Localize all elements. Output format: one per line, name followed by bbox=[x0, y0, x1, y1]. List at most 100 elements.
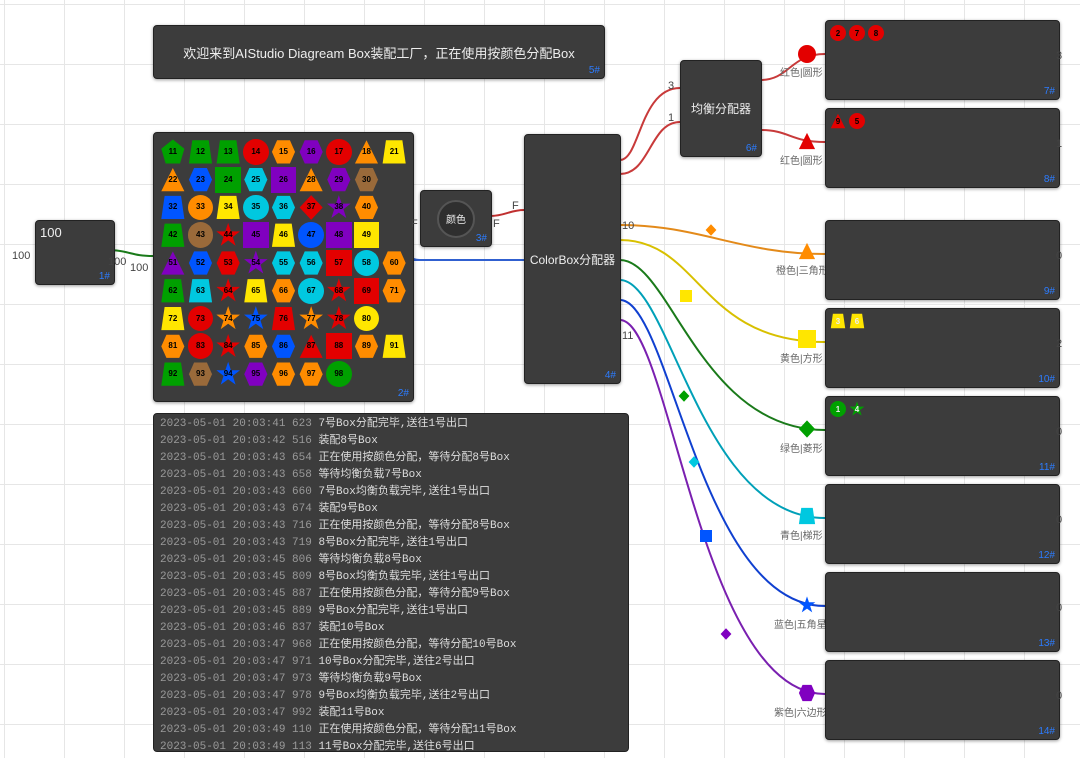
palette-shape-95: 95 bbox=[243, 361, 269, 387]
palette-shape-92: 92 bbox=[160, 361, 186, 387]
log-line: 2023-05-01 20:03:46 837 装配10号Box bbox=[160, 620, 622, 637]
palette-shape-65: 65 bbox=[243, 278, 269, 304]
bin-10[interactable]: 36 10# bbox=[825, 308, 1060, 388]
log-line: 2023-05-01 20:03:47 968 正在使用按颜色分配，等待分配10… bbox=[160, 637, 622, 654]
palette-shape-35: 35 bbox=[243, 195, 269, 221]
source-id: 1# bbox=[99, 271, 110, 282]
bin-14[interactable]: 14# bbox=[825, 660, 1060, 740]
palette-shape-67: 67 bbox=[298, 278, 324, 304]
balancer-label: 均衡分配器 bbox=[691, 100, 751, 117]
source-100-node[interactable]: 100 1# bbox=[35, 220, 115, 285]
palette-shape-58: 58 bbox=[354, 250, 380, 276]
conn14-label: 紫色|六边形 bbox=[774, 704, 827, 719]
bin11-id: 11# bbox=[1039, 462, 1055, 473]
palette-shape-24: 24 bbox=[215, 167, 241, 193]
port-label-right: 100 bbox=[108, 256, 126, 268]
palette-shape-32: 32 bbox=[160, 195, 186, 221]
log-line: 2023-05-01 20:03:49 113 11号Box分配完毕,送往6号出… bbox=[160, 739, 622, 752]
bin-item-7: 7 bbox=[849, 25, 865, 41]
bin13-count: 0 bbox=[1056, 602, 1062, 614]
log-panel[interactable]: 2023-05-01 20:03:41 623 7号Box分配完毕,送往1号出口… bbox=[153, 413, 629, 752]
log-line: 2023-05-01 20:03:47 973 等待均衡负载9号Box bbox=[160, 671, 622, 688]
palette-shape-45: 45 bbox=[243, 222, 269, 248]
palette-shape-88: 88 bbox=[326, 333, 352, 359]
bin11-items: 14 bbox=[830, 401, 1055, 417]
palette-shape-49: 49 bbox=[354, 222, 380, 248]
palette-shape-81: 81 bbox=[160, 333, 186, 359]
palette-shape-54: 54 bbox=[243, 250, 269, 276]
log-line: 2023-05-01 20:03:45 887 正在使用按颜色分配，等待分配9号… bbox=[160, 586, 622, 603]
palette-shape-64: 64 bbox=[215, 278, 241, 304]
colorbox-10: 10 bbox=[622, 220, 634, 232]
palette-shape-37: 37 bbox=[298, 195, 324, 221]
color-id: 3# bbox=[476, 233, 487, 244]
palette-shape-53: 53 bbox=[215, 250, 241, 276]
diagram-canvas[interactable]: 欢迎来到AIStudio Diagream Box装配工厂，正在使用按颜色分配B… bbox=[0, 0, 1080, 758]
conn11-label: 绿色|菱形 bbox=[780, 440, 823, 455]
palette-shape-42: 42 bbox=[160, 222, 186, 248]
bin-13[interactable]: 13# bbox=[825, 572, 1060, 652]
bin8-count: 1 bbox=[1056, 138, 1062, 150]
palette-shape-55: 55 bbox=[271, 250, 297, 276]
log-line: 2023-05-01 20:03:47 971 10号Box分配完毕,送往2号出… bbox=[160, 654, 622, 671]
bin-9[interactable]: 9# bbox=[825, 220, 1060, 300]
mid13-icon bbox=[700, 530, 712, 542]
bin-8[interactable]: 95 8# bbox=[825, 108, 1060, 188]
title-node[interactable]: 欢迎来到AIStudio Diagream Box装配工厂，正在使用按颜色分配B… bbox=[153, 25, 605, 79]
bin-item-3: 3 bbox=[830, 313, 846, 329]
palette-shape-21: 21 bbox=[381, 139, 407, 165]
log-line: 2023-05-01 20:03:45 889 9号Box分配完毕,送往1号出口 bbox=[160, 603, 622, 620]
palette-shape-34: 34 bbox=[215, 195, 241, 221]
conn10-label: 黄色|方形 bbox=[780, 350, 823, 365]
palette-shape-23: 23 bbox=[188, 167, 214, 193]
palette-shape-46: 46 bbox=[271, 222, 297, 248]
conn13-label: 蓝色|五角星 bbox=[774, 616, 827, 631]
bin9-id: 9# bbox=[1044, 286, 1055, 297]
palette-shape-36: 36 bbox=[271, 195, 297, 221]
bin8-items: 95 bbox=[830, 113, 1055, 129]
palette-shape-74: 74 bbox=[215, 306, 241, 332]
palette-shape-73: 73 bbox=[188, 306, 214, 332]
palette-shape-38: 38 bbox=[326, 195, 352, 221]
palette-shape-97: 97 bbox=[298, 361, 324, 387]
color-node[interactable]: 颜色 3# bbox=[420, 190, 492, 247]
palette-shape-15: 15 bbox=[271, 139, 297, 165]
palette-shape-18: 18 bbox=[354, 139, 380, 165]
bal-in-1: 1 bbox=[668, 112, 674, 124]
palette-port-left: 100 bbox=[130, 262, 148, 274]
palette-shape-51: 51 bbox=[160, 250, 186, 276]
balancer-node[interactable]: 均衡分配器 6# bbox=[680, 60, 762, 157]
conn8-label: 红色|圆形 bbox=[780, 152, 823, 167]
log-line: 2023-05-01 20:03:43 654 正在使用按颜色分配，等待分配8号… bbox=[160, 450, 622, 467]
palette-shape-89: 89 bbox=[354, 333, 380, 359]
title-text: 欢迎来到AIStudio Diagream Box装配工厂，正在使用按颜色分配B… bbox=[183, 43, 575, 62]
palette-shape-48: 48 bbox=[326, 222, 352, 248]
bin-12[interactable]: 12# bbox=[825, 484, 1060, 564]
palette-shape-62: 62 bbox=[160, 278, 186, 304]
palette-grid: 1112131415161718212223242526282930323334… bbox=[160, 139, 407, 387]
bin-11[interactable]: 14 11# bbox=[825, 396, 1060, 476]
bin-7[interactable]: 278 7# bbox=[825, 20, 1060, 100]
bin10-count: 2 bbox=[1056, 338, 1062, 350]
colorbox-node[interactable]: ColorBox分配器 4# bbox=[524, 134, 621, 384]
conn7-label: 红色|圆形 bbox=[780, 64, 823, 79]
palette-shape-63: 63 bbox=[188, 278, 214, 304]
color-chip: 颜色 bbox=[437, 200, 475, 238]
palette-node[interactable]: 1112131415161718212223242526282930323334… bbox=[153, 132, 414, 402]
palette-shape-28: 28 bbox=[298, 167, 324, 193]
conn10-icon bbox=[798, 330, 816, 348]
palette-id: 2# bbox=[398, 388, 409, 399]
palette-shape-85: 85 bbox=[243, 333, 269, 359]
log-line: 2023-05-01 20:03:45 809 8号Box均衡负载完毕,送往1号… bbox=[160, 569, 622, 586]
palette-shape-72: 72 bbox=[160, 306, 186, 332]
conn7-icon bbox=[798, 45, 816, 63]
log-line: 2023-05-01 20:03:43 660 7号Box均衡负载完毕,送往1号… bbox=[160, 484, 622, 501]
palette-shape-69: 69 bbox=[354, 278, 380, 304]
palette-shape-78: 78 bbox=[326, 306, 352, 332]
palette-shape-57: 57 bbox=[326, 250, 352, 276]
bin-item-2: 2 bbox=[830, 25, 846, 41]
palette-shape-83: 83 bbox=[188, 333, 214, 359]
bin12-id: 12# bbox=[1038, 550, 1055, 561]
palette-shape-75: 75 bbox=[243, 306, 269, 332]
palette-shape-26: 26 bbox=[271, 167, 297, 193]
